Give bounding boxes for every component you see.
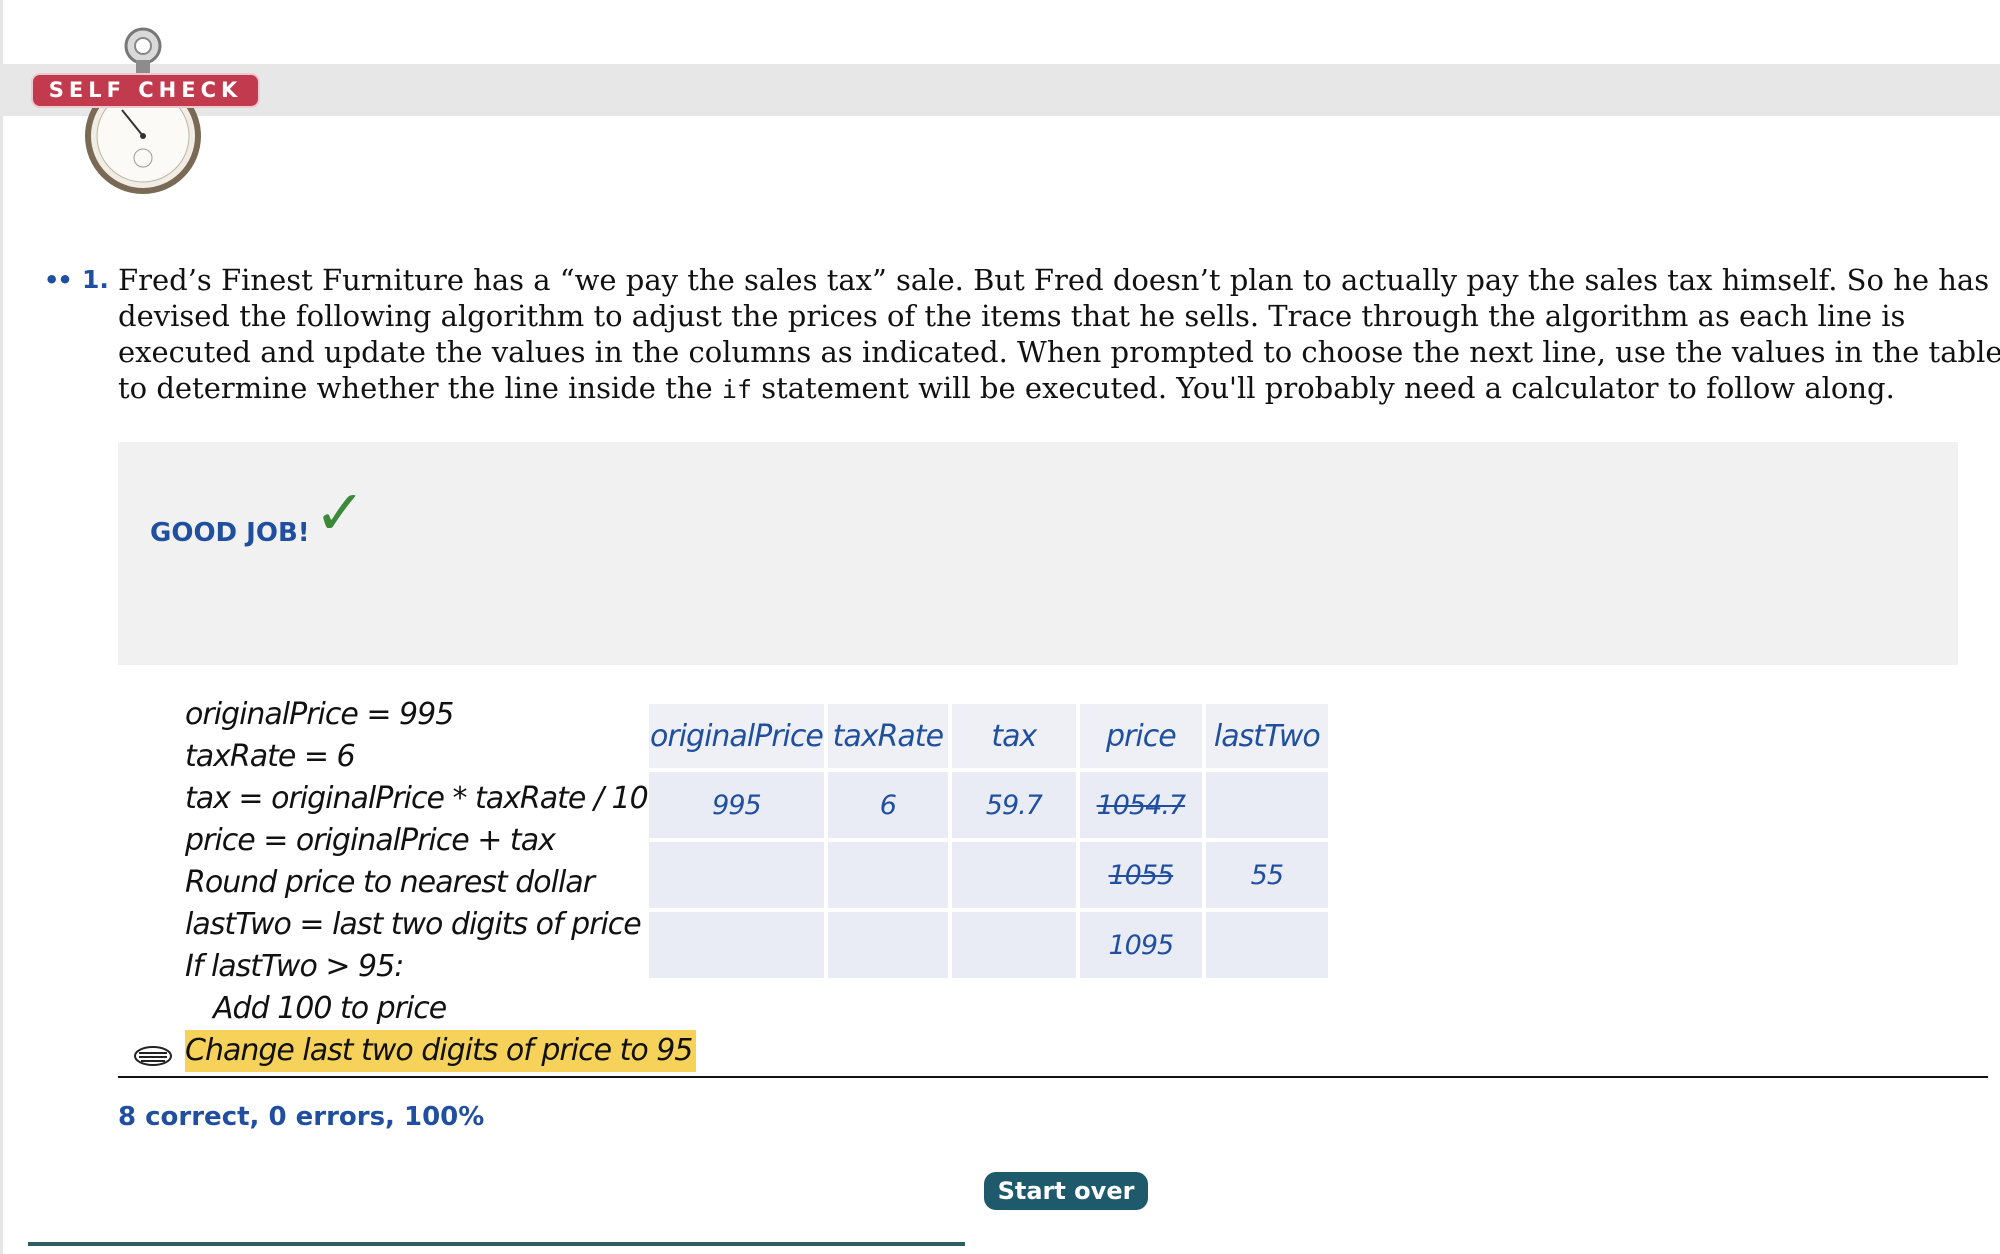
algorithm-line[interactable]: taxRate = 6	[185, 736, 696, 778]
table-header-row: originalPrice taxRate tax price lastTwo	[649, 704, 1328, 768]
table-cell[interactable]: 55	[1205, 842, 1328, 908]
table-row: 995 6 59.7 1054.7	[649, 772, 1328, 838]
table-row: 1055 55	[649, 842, 1328, 908]
table-cell[interactable]	[1205, 772, 1328, 838]
feedback-message: GOOD JOB!	[150, 518, 310, 548]
table-cell[interactable]	[951, 912, 1076, 978]
feedback-box: GOOD JOB! ✓	[118, 442, 1958, 665]
algorithm-line[interactable]: If lastTwo > 95:	[185, 946, 696, 988]
table-cell[interactable]: 6	[827, 772, 948, 838]
table-cell[interactable]: 995	[649, 772, 824, 838]
table-cell[interactable]	[1205, 912, 1328, 978]
self-check-banner	[0, 64, 2000, 116]
algorithm-line[interactable]: tax = originalPrice * taxRate / 100	[185, 778, 696, 820]
question-number: 1.	[82, 265, 109, 294]
trace-table: originalPrice taxRate tax price lastTwo …	[645, 700, 1332, 982]
divider	[118, 1076, 1988, 1078]
table-cell[interactable]: 1054.7	[1079, 772, 1202, 838]
table-cell[interactable]: 59.7	[951, 772, 1076, 838]
algorithm-line[interactable]: Add 100 to price	[185, 988, 696, 1030]
table-cell[interactable]: 1055	[1079, 842, 1202, 908]
question-text: Fred’s Finest Furniture has a “we pay th…	[118, 263, 2000, 405]
difficulty-dots: ••	[44, 266, 73, 294]
algorithm-line[interactable]: Round price to nearest dollar	[185, 862, 696, 904]
table-cell[interactable]	[649, 842, 824, 908]
column-header: originalPrice	[649, 704, 824, 768]
column-header: tax	[951, 704, 1076, 768]
column-header: taxRate	[827, 704, 948, 768]
algorithm-line[interactable]: originalPrice = 995	[185, 694, 696, 736]
footer-divider	[28, 1242, 965, 1246]
table-cell[interactable]: 1095	[1079, 912, 1202, 978]
column-header: lastTwo	[1205, 704, 1328, 768]
table-cell[interactable]	[827, 842, 948, 908]
pointer-icon	[134, 1046, 172, 1066]
table-cell[interactable]	[827, 912, 948, 978]
table-cell[interactable]	[649, 912, 824, 978]
stopwatch-icon	[85, 27, 201, 194]
algorithm-listing: originalPrice = 995 taxRate = 6 tax = or…	[185, 694, 697, 1072]
algorithm-line-current[interactable]: Change last two digits of price to 95	[185, 1030, 697, 1072]
column-header: price	[1079, 704, 1202, 768]
table-cell[interactable]	[951, 842, 1076, 908]
self-check-badge: SELF CHECK	[31, 73, 260, 108]
left-border	[0, 0, 3, 1254]
inline-code: if	[721, 375, 752, 404]
checkmark-icon: ✓	[314, 476, 366, 549]
start-over-button[interactable]: Start over	[984, 1172, 1148, 1210]
algorithm-line[interactable]: lastTwo = last two digits of price	[185, 904, 696, 946]
algorithm-line[interactable]: price = originalPrice + tax	[185, 820, 696, 862]
table-row: 1095	[649, 912, 1328, 978]
score-summary: 8 correct, 0 errors, 100%	[118, 1102, 485, 1132]
